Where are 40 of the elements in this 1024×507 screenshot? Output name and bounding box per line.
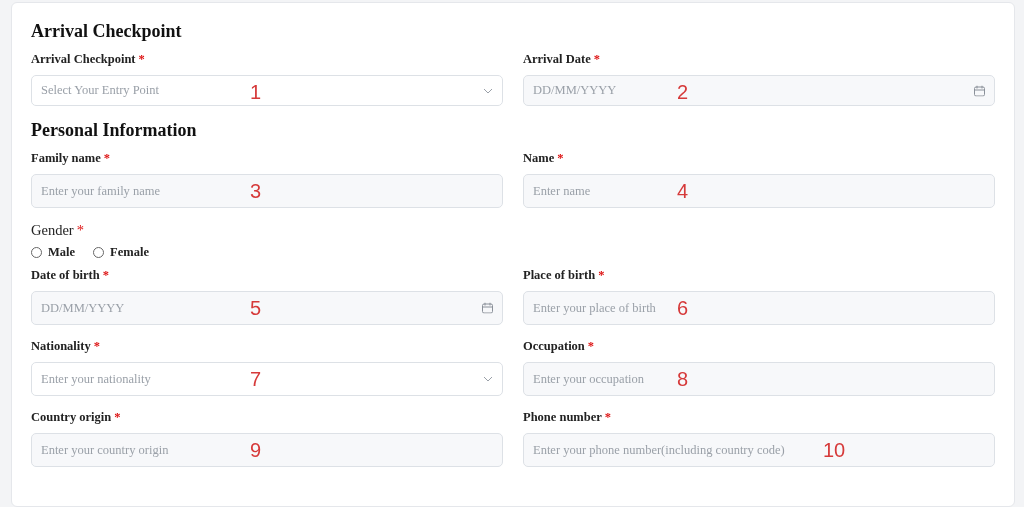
field-label: Country origin <box>31 410 112 425</box>
field-label: Arrival Date <box>523 52 591 67</box>
annotation-number: 10 <box>823 439 846 461</box>
field-label: Occupation <box>523 339 585 354</box>
required-mark: * <box>93 339 100 354</box>
field-label: Date of birth <box>31 268 100 283</box>
required-mark: * <box>102 268 109 283</box>
field-label: Name <box>523 151 555 166</box>
annotation-number: 7 <box>250 368 262 390</box>
field-label: Family name <box>31 151 101 166</box>
field-label: Phone number <box>523 410 602 425</box>
field-label: Nationality <box>31 339 91 354</box>
required-mark: * <box>598 268 605 283</box>
chevron-down-icon <box>483 376 493 382</box>
required-mark: * <box>114 410 121 425</box>
field-label: Gender <box>31 222 74 239</box>
required-mark: * <box>604 410 612 425</box>
required-mark: * <box>76 222 84 239</box>
field-label: Place of birth <box>523 268 596 283</box>
required-mark: * <box>138 52 145 67</box>
annotation-number: 6 <box>677 297 689 319</box>
field-label: Arrival Checkpoint <box>31 52 136 67</box>
required-mark: * <box>593 52 600 67</box>
required-mark: * <box>557 151 564 166</box>
annotation-number: 4 <box>677 180 689 202</box>
annotation-number: 1 <box>250 81 262 103</box>
annotation-number: 5 <box>250 297 262 319</box>
chevron-down-icon <box>483 87 493 94</box>
radio-label: Female <box>110 245 149 260</box>
annotation-number: 9 <box>250 439 262 461</box>
annotation-number: 2 <box>677 81 689 103</box>
calendar-icon <box>482 302 493 314</box>
radio-label: Male <box>48 245 76 260</box>
annotation-number: 8 <box>677 368 689 390</box>
required-mark: * <box>587 339 595 354</box>
calendar-icon <box>974 85 985 96</box>
section-heading: Personal Information <box>31 120 198 141</box>
section-heading: Arrival Checkpoint <box>31 21 183 42</box>
annotation-number: 3 <box>250 180 262 202</box>
required-mark: * <box>103 151 111 166</box>
